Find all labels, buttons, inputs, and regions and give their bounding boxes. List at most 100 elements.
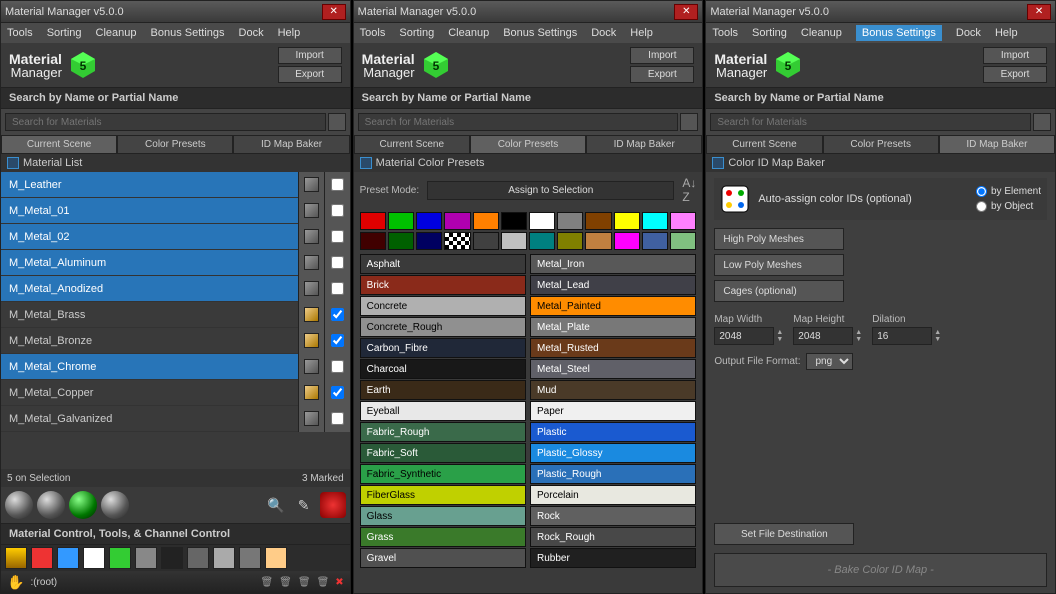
material-row[interactable]: M_Metal_Aluminum <box>1 250 350 276</box>
preset-item[interactable]: Concrete_Rough <box>360 317 526 337</box>
radio-by-element[interactable]: by Element <box>976 186 1041 197</box>
tab-id-map-baker[interactable]: ID Map Baker <box>233 135 349 154</box>
preset-item[interactable]: Asphalt <box>360 254 526 274</box>
menu-cleanup[interactable]: Cleanup <box>448 27 489 39</box>
material-checkbox[interactable] <box>324 302 350 328</box>
material-row[interactable]: M_Leather <box>1 172 350 198</box>
tab-current-scene[interactable]: Current Scene <box>706 135 822 154</box>
output-format-select[interactable]: png <box>806 353 853 370</box>
preset-item[interactable]: FiberGlass <box>360 485 526 505</box>
menu-cleanup[interactable]: Cleanup <box>801 27 842 39</box>
menu-sorting[interactable]: Sorting <box>752 27 787 39</box>
footer-trash-icon[interactable]: 🗑 <box>260 577 273 588</box>
spinner-down-icon[interactable]: ▼ <box>855 336 862 343</box>
preset-item[interactable]: Brick <box>360 275 526 295</box>
checkbox[interactable] <box>360 157 372 169</box>
import-button[interactable]: Import <box>630 47 694 64</box>
import-button[interactable]: Import <box>278 47 342 64</box>
search-input[interactable] <box>358 113 679 131</box>
menu-dock[interactable]: Dock <box>239 27 264 39</box>
color-swatch[interactable] <box>473 232 499 250</box>
color-swatch[interactable] <box>360 212 386 230</box>
preset-item[interactable]: Porcelain <box>530 485 696 505</box>
color-swatch[interactable] <box>557 212 583 230</box>
material-row[interactable]: M_Metal_Bronze <box>1 328 350 354</box>
material-checkbox[interactable] <box>324 224 350 250</box>
color-swatch[interactable] <box>388 212 414 230</box>
material-checkbox[interactable] <box>324 198 350 224</box>
menu-sorting[interactable]: Sorting <box>399 27 434 39</box>
preset-item[interactable]: Fabric_Rough <box>360 422 526 442</box>
menu-sorting[interactable]: Sorting <box>47 27 82 39</box>
preset-item[interactable]: Fabric_Synthetic <box>360 464 526 484</box>
search-input[interactable] <box>710 113 1031 131</box>
tab-current-scene[interactable]: Current Scene <box>354 135 470 154</box>
preview-sphere[interactable] <box>69 491 97 519</box>
cages-button[interactable]: Cages (optional) <box>714 280 844 302</box>
material-cube-icon[interactable] <box>298 172 324 198</box>
preset-item[interactable]: Metal_Iron <box>530 254 696 274</box>
menu-help[interactable]: Help <box>995 27 1018 39</box>
preset-item[interactable]: Metal_Lead <box>530 275 696 295</box>
material-cube-icon[interactable] <box>298 328 324 354</box>
color-swatch[interactable] <box>670 212 696 230</box>
material-cube-icon[interactable] <box>298 276 324 302</box>
tool-icon[interactable] <box>135 547 157 569</box>
checkbox[interactable] <box>712 157 724 169</box>
material-checkbox[interactable] <box>324 276 350 302</box>
tool-icon[interactable] <box>213 547 235 569</box>
preview-sphere[interactable] <box>37 491 65 519</box>
color-swatch[interactable] <box>614 232 640 250</box>
spinner-up-icon[interactable]: ▲ <box>934 329 941 336</box>
preset-item[interactable]: Mud <box>530 380 696 400</box>
zoom-icon[interactable]: 🔍 <box>264 493 288 517</box>
tab-current-scene[interactable]: Current Scene <box>1 135 117 154</box>
select-all-checkbox[interactable] <box>7 157 19 169</box>
color-swatch[interactable] <box>585 232 611 250</box>
footer-trash-icon[interactable]: 🗑 <box>298 577 311 588</box>
material-cube-icon[interactable] <box>298 380 324 406</box>
radio-by-object[interactable]: by Object <box>976 201 1041 212</box>
tool-icon[interactable] <box>161 547 183 569</box>
color-swatch[interactable] <box>473 212 499 230</box>
bake-button[interactable]: - Bake Color ID Map - <box>714 553 1047 587</box>
menu-bonus-settings[interactable]: Bonus Settings <box>856 25 942 41</box>
export-button[interactable]: Export <box>630 66 694 83</box>
preset-item[interactable]: Charcoal <box>360 359 526 379</box>
material-checkbox[interactable] <box>324 380 350 406</box>
preset-item[interactable]: Metal_Painted <box>530 296 696 316</box>
material-cube-icon[interactable] <box>298 406 324 432</box>
spinner-up-icon[interactable]: ▲ <box>776 329 783 336</box>
low-poly-button[interactable]: Low Poly Meshes <box>714 254 844 276</box>
close-icon[interactable]: ✕ <box>1027 4 1051 20</box>
preview-sphere[interactable] <box>101 491 129 519</box>
edit-icon[interactable]: ✎ <box>292 493 316 517</box>
sort-icon[interactable]: A↓Z <box>682 176 696 204</box>
color-swatch[interactable] <box>416 232 442 250</box>
material-cube-icon[interactable] <box>298 250 324 276</box>
tool-icon[interactable] <box>187 547 209 569</box>
color-swatch[interactable] <box>670 232 696 250</box>
color-swatch[interactable] <box>557 232 583 250</box>
color-swatch[interactable] <box>416 212 442 230</box>
material-cube-icon[interactable] <box>298 302 324 328</box>
material-checkbox[interactable] <box>324 172 350 198</box>
material-cube-icon[interactable] <box>298 198 324 224</box>
footer-close-icon[interactable]: ✖ <box>335 577 343 588</box>
color-swatch[interactable] <box>529 212 555 230</box>
menu-tools[interactable]: Tools <box>712 27 738 39</box>
tab-id-map-baker[interactable]: ID Map Baker <box>586 135 702 154</box>
preset-mode-select[interactable]: Assign to Selection <box>427 181 674 200</box>
preset-item[interactable]: Glass <box>360 506 526 526</box>
tool-icon[interactable] <box>57 547 79 569</box>
menu-bonus-settings[interactable]: Bonus Settings <box>503 27 577 39</box>
material-row[interactable]: M_Metal_02 <box>1 224 350 250</box>
import-button[interactable]: Import <box>983 47 1047 64</box>
menu-tools[interactable]: Tools <box>360 27 386 39</box>
search-clear-icon[interactable] <box>1033 113 1051 131</box>
delete-icon[interactable] <box>320 492 346 518</box>
export-button[interactable]: Export <box>983 66 1047 83</box>
search-clear-icon[interactable] <box>680 113 698 131</box>
preset-item[interactable]: Rock_Rough <box>530 527 696 547</box>
hand-icon[interactable]: ✋ <box>7 574 24 591</box>
